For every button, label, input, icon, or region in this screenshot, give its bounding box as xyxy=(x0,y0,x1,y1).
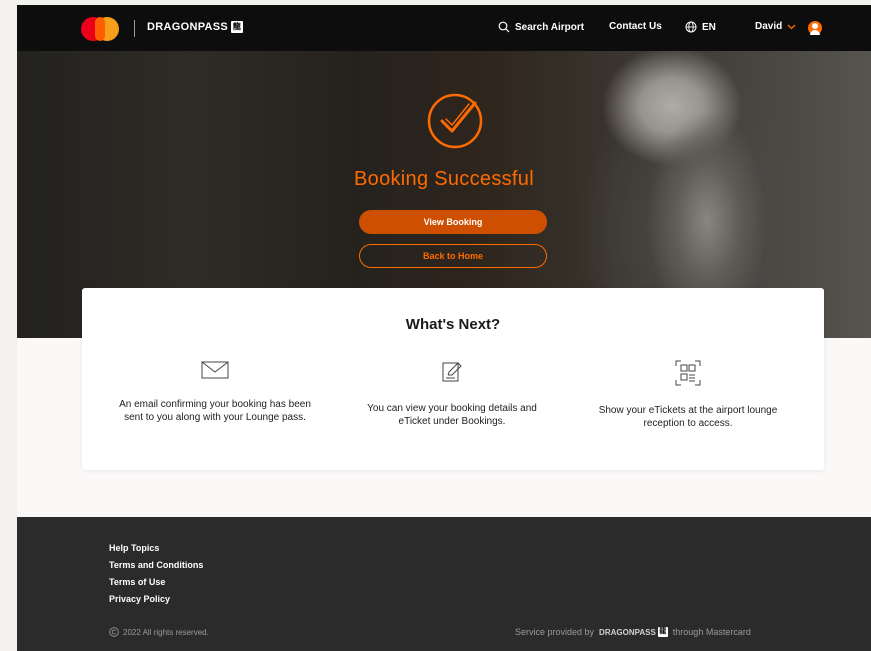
footer-link-privacy-policy[interactable]: Privacy Policy xyxy=(109,594,170,604)
service-suffix: through Mastercard xyxy=(672,627,751,637)
chevron-down-icon xyxy=(787,24,796,29)
footer-brand-name: DRAGONPASS xyxy=(599,627,656,637)
footer: Help Topics Terms and Conditions Terms o… xyxy=(17,517,871,651)
step-email-text: An email confirming your booking has bee… xyxy=(119,399,311,423)
step-view-booking-text: You can view your booking details and eT… xyxy=(367,403,537,427)
view-booking-button[interactable]: View Booking xyxy=(359,210,547,234)
service-prefix: Service provided by xyxy=(515,627,595,637)
language-label: EN xyxy=(702,21,716,33)
footer-link-terms-of-use[interactable]: Terms of Use xyxy=(109,577,165,587)
brand-divider xyxy=(134,20,135,37)
contact-us-label: Contact Us xyxy=(609,21,662,32)
search-airport-link[interactable]: Search Airport xyxy=(498,21,584,33)
page: DRAGONPASS 龍 Search Airport Contact Us E… xyxy=(17,5,871,651)
check-circle-icon xyxy=(427,93,483,149)
mastercard-logo[interactable] xyxy=(81,17,121,41)
globe-icon xyxy=(685,21,697,33)
dragonpass-badge-icon: 龍 xyxy=(231,21,244,33)
whats-next-title: What's Next? xyxy=(405,316,501,333)
copyright-text: 2022 All rights reserved. xyxy=(123,627,209,637)
search-icon xyxy=(498,21,510,33)
footer-dragonpass-logo: DRAGONPASS 龍 xyxy=(599,627,668,637)
user-avatar-icon[interactable] xyxy=(808,21,822,35)
whats-next-card: What's Next? An email confirming your bo… xyxy=(82,288,824,470)
footer-link-help-topics[interactable]: Help Topics xyxy=(109,543,159,553)
language-selector[interactable]: EN xyxy=(685,21,716,33)
search-airport-label: Search Airport xyxy=(515,21,585,33)
step-eticket: Show your eTickets at the airport lounge… xyxy=(588,360,788,430)
service-provided-by: Service provided by DRAGONPASS 龍 through… xyxy=(515,627,751,637)
edit-document-icon xyxy=(442,362,462,382)
step-email: An email confirming your booking has bee… xyxy=(115,360,315,424)
user-menu[interactable]: David xyxy=(755,21,796,32)
footer-dragonpass-badge-icon: 龍 xyxy=(657,627,668,637)
brand-name: DRAGONPASS xyxy=(147,21,229,33)
top-navigation-bar: DRAGONPASS 龍 Search Airport Contact Us E… xyxy=(17,5,871,51)
footer-link-terms-and-conditions[interactable]: Terms and Conditions xyxy=(109,560,203,570)
copyright-notice: 2022 All rights reserved. xyxy=(109,627,209,637)
user-name: David xyxy=(755,21,783,32)
booking-success-title: Booking Successful xyxy=(354,168,534,190)
step-view-booking: You can view your booking details and eT… xyxy=(352,360,552,428)
back-to-home-button[interactable]: Back to Home xyxy=(359,244,547,268)
dragonpass-logo[interactable]: DRAGONPASS 龍 xyxy=(147,21,244,33)
qr-code-icon xyxy=(675,360,701,386)
contact-us-link[interactable]: Contact Us xyxy=(609,21,662,32)
envelope-icon xyxy=(201,361,229,379)
step-eticket-text: Show your eTickets at the airport lounge… xyxy=(598,405,778,429)
copyright-icon xyxy=(109,627,119,637)
